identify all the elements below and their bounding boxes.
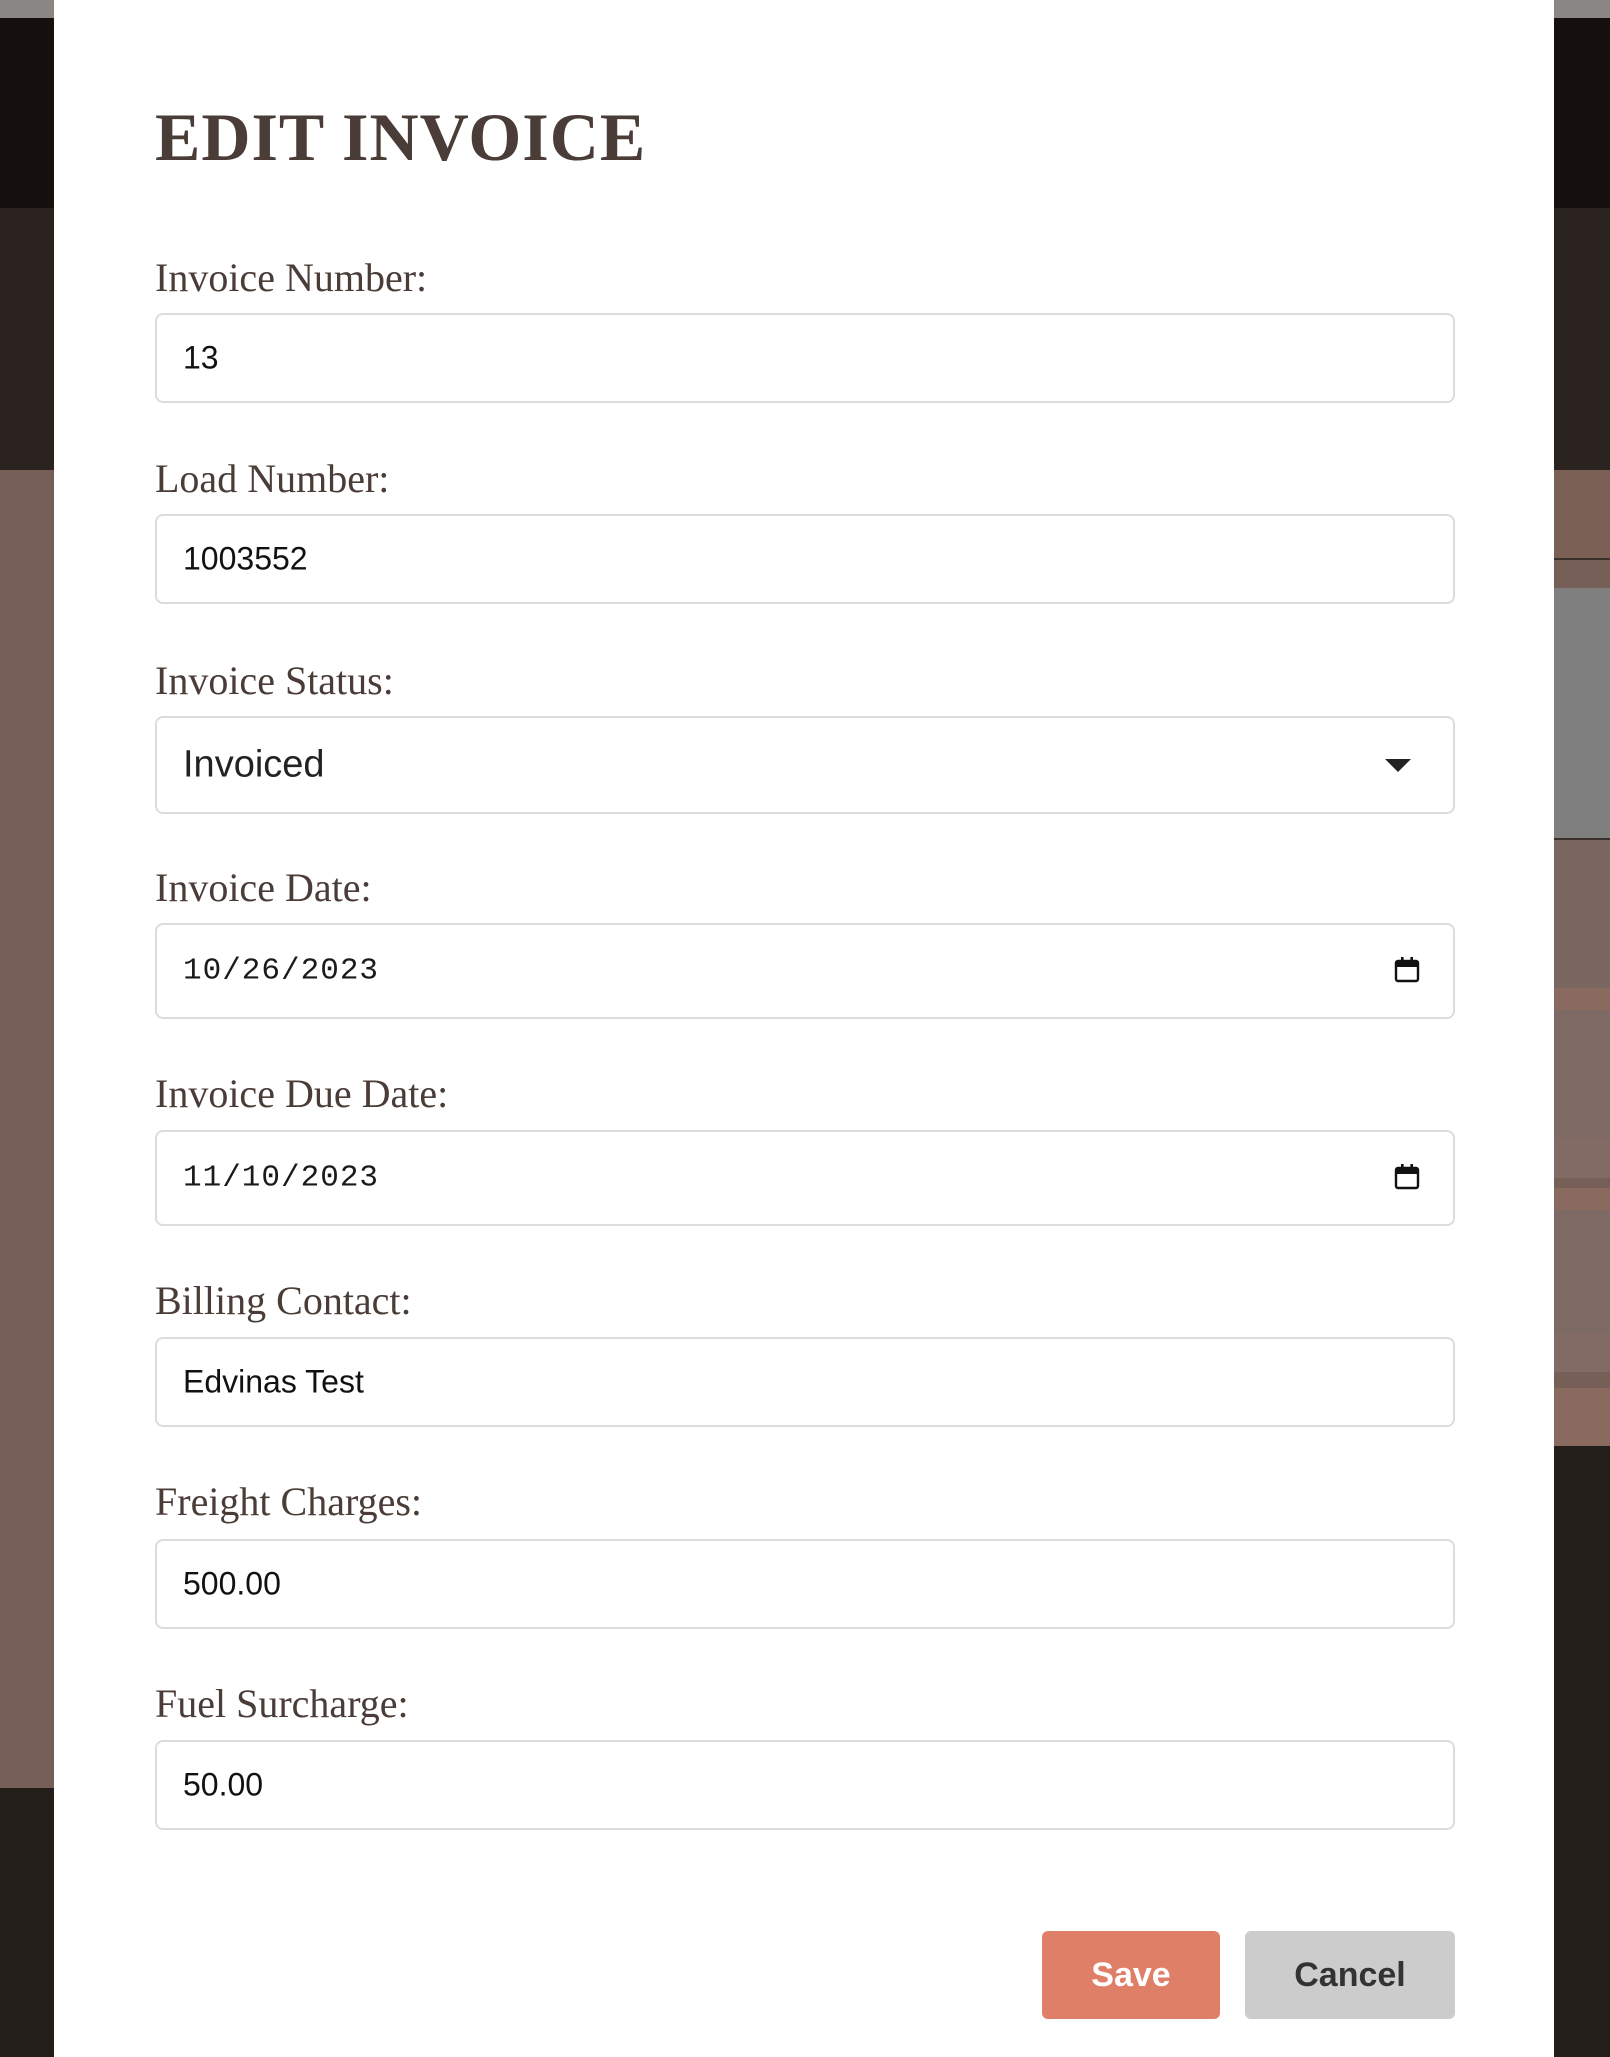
backdrop-right-column xyxy=(1553,470,1610,1788)
invoice-due-date-label: Invoice Due Date: xyxy=(155,1071,449,1116)
cancel-button[interactable]: Cancel xyxy=(1245,1931,1455,2019)
invoice-status-select[interactable]: Invoiced xyxy=(155,716,1455,814)
invoice-date-label: Invoice Date: xyxy=(155,865,372,910)
invoice-date-input[interactable]: 10/26/2023 xyxy=(155,923,1455,1019)
billing-contact-value: Edvinas Test xyxy=(183,1363,364,1400)
invoice-number-label: Invoice Number: xyxy=(155,255,428,300)
calendar-icon[interactable] xyxy=(1393,1163,1421,1191)
freight-charges-label: Freight Charges: xyxy=(155,1479,423,1524)
load-number-input[interactable]: 1003552 xyxy=(155,514,1455,604)
load-number-label: Load Number: xyxy=(155,456,390,501)
billing-contact-input[interactable]: Edvinas Test xyxy=(155,1337,1455,1427)
invoice-number-input[interactable]: 13 xyxy=(155,313,1455,403)
calendar-icon[interactable] xyxy=(1393,956,1421,984)
fuel-surcharge-label: Fuel Surcharge: xyxy=(155,1681,409,1726)
chevron-down-icon xyxy=(1385,759,1411,772)
edit-invoice-modal: EDIT INVOICE Invoice Number: 13 Load Num… xyxy=(54,0,1554,2057)
freight-charges-input[interactable]: 500.00 xyxy=(155,1539,1455,1629)
invoice-due-date-input[interactable]: 11/10/2023 xyxy=(155,1130,1455,1226)
save-button[interactable]: Save xyxy=(1042,1931,1220,2019)
invoice-status-value: Invoiced xyxy=(183,743,325,786)
billing-contact-label: Billing Contact: xyxy=(155,1278,412,1323)
modal-title: EDIT INVOICE xyxy=(155,99,647,175)
fuel-surcharge-input[interactable]: 50.00 xyxy=(155,1740,1455,1830)
load-number-value: 1003552 xyxy=(183,540,308,577)
invoice-due-date-value: 11/10/2023 xyxy=(183,1160,380,1196)
invoice-date-value: 10/26/2023 xyxy=(183,953,380,989)
invoice-status-label: Invoice Status: xyxy=(155,658,394,703)
invoice-number-value: 13 xyxy=(183,339,219,376)
freight-charges-value: 500.00 xyxy=(183,1565,281,1602)
fuel-surcharge-value: 50.00 xyxy=(183,1766,264,1803)
